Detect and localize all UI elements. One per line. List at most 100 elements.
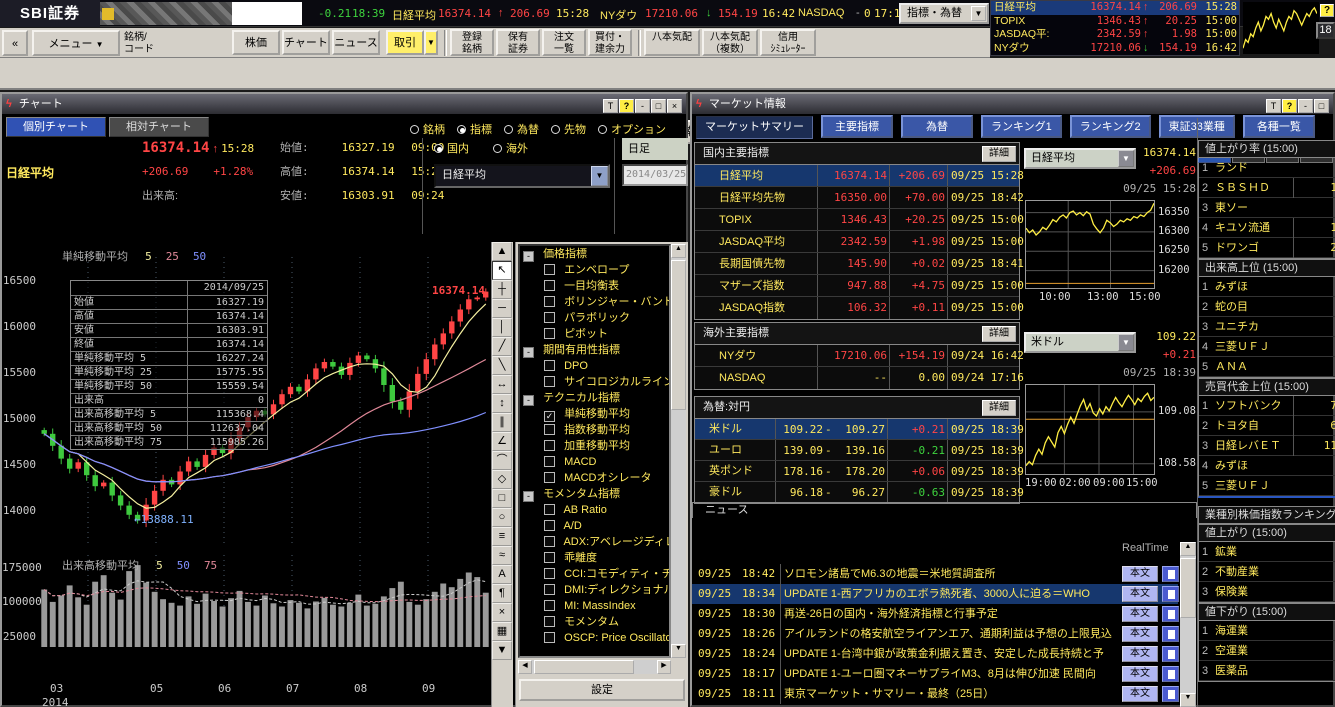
quick-action-button[interactable]: チャート	[282, 30, 330, 55]
quote-board-button[interactable]: 信用 ｼﾐｭﾚｰﾀｰ	[760, 29, 816, 56]
tree-toggle-box[interactable]	[544, 296, 555, 307]
delete-tool-icon[interactable]: ×	[492, 603, 512, 622]
account-nav-button[interactable]: 保有 証券	[496, 29, 540, 56]
indicator-item[interactable]: CCI:コモディティ・チャ	[520, 566, 669, 582]
ranking-row[interactable]: 2 トヨタ自 6	[1199, 416, 1335, 436]
tree-toggle-box[interactable]	[523, 395, 534, 406]
ranking-row[interactable]: 1 鉱業	[1199, 542, 1335, 562]
indicator-item[interactable]: 一目均衡表	[520, 278, 669, 294]
news-row[interactable]: 09/25 18:42 ソロモン諸島でM6.3の地震＝米地質調査所 本文	[692, 564, 1178, 584]
indicator-item[interactable]: OSCP: Price Oscillator	[520, 630, 669, 646]
chevron-down-icon[interactable]: ▼	[971, 6, 986, 21]
grid-tool-icon[interactable]: ▦	[492, 622, 512, 641]
forex-row[interactable]: 豪ドル 96.18 - 96.27 -0.63 09/25 18:39	[695, 482, 1019, 503]
news-scrollbar[interactable]: ▲ ▼	[1180, 542, 1196, 707]
range-tool-icon[interactable]: ↕	[492, 394, 512, 413]
index-row[interactable]: 日経平均先物 16350.00 +70.00 09/25 18:42	[695, 187, 1019, 209]
news-body-button[interactable]: 本文	[1122, 646, 1158, 662]
account-nav-button[interactable]: 注文 一覧	[542, 29, 586, 56]
downtrend-line-tool-icon[interactable]: ╲	[492, 356, 512, 375]
tree-toggle-box[interactable]	[544, 520, 555, 531]
news-body-button[interactable]: 本文	[1122, 686, 1158, 702]
tree-toggle-box[interactable]	[544, 411, 555, 422]
scroll-down-icon[interactable]: ▼	[492, 641, 512, 660]
trade-dropdown-button[interactable]: ▼	[424, 30, 438, 55]
chart-window-titlebar[interactable]: ϟ チャート T?-□×	[2, 94, 686, 114]
window-control-button[interactable]: □	[651, 99, 666, 113]
quick-action-button[interactable]: 株価	[232, 30, 280, 55]
ranking-row[interactable]: 5 ＡＮＡ	[1199, 357, 1335, 377]
tree-toggle-box[interactable]	[544, 536, 555, 547]
diamond-marker-tool-icon[interactable]: ◇	[492, 470, 512, 489]
mini-chart1-symbol-select[interactable]: 日経平均 ▼	[1024, 148, 1136, 169]
wave-tool-icon[interactable]: ≈	[492, 546, 512, 565]
ranking-row[interactable]: 1 ランド	[1199, 158, 1335, 178]
vertical-line-tool-icon[interactable]: │	[492, 318, 512, 337]
tree-toggle-box[interactable]	[544, 440, 555, 451]
indicator-item[interactable]: ピボット	[520, 326, 669, 342]
indicator-item[interactable]: ボリンジャー・バンド	[520, 294, 669, 310]
horizontal-line-tool-icon[interactable]: ─	[492, 299, 512, 318]
tab-relative-chart[interactable]: 相対チャート	[109, 117, 209, 137]
tab-individual-chart[interactable]: 個別チャート	[6, 117, 106, 137]
tree-toggle-box[interactable]	[544, 632, 555, 643]
chevron-down-icon[interactable]: ▼	[591, 166, 608, 186]
scroll-down-icon[interactable]: ▼	[671, 644, 686, 658]
chart-type-radio[interactable]: 銘柄	[410, 124, 445, 136]
news-row[interactable]: 09/25 18:24 UPDATE 1-台湾中銀が政策金利据え置き、安定した成…	[692, 644, 1178, 664]
forex-row[interactable]: ユーロ 139.09 - 139.16 -0.21 09/25 18:39	[695, 440, 1019, 461]
text-tool-icon[interactable]: A	[492, 565, 512, 584]
indicator-item[interactable]: パラボリック	[520, 310, 669, 326]
symbol-select[interactable]: 日経平均 ▼	[434, 164, 610, 188]
scrollbar-thumb[interactable]	[671, 260, 686, 410]
help-button[interactable]: ?	[1320, 4, 1334, 17]
news-body-button[interactable]: 本文	[1122, 626, 1158, 642]
chart-type-radio[interactable]: オプション	[598, 124, 666, 136]
ranking-row[interactable]: 2 空運業	[1199, 641, 1335, 661]
window-control-button[interactable]: ?	[1282, 99, 1297, 113]
indicator-item[interactable]: MACDオシレータ	[520, 470, 669, 486]
news-attachment-icon[interactable]	[1162, 646, 1179, 662]
tree-toggle-box[interactable]	[544, 584, 555, 595]
news-attachment-icon[interactable]	[1162, 566, 1179, 582]
window-control-button[interactable]: ?	[619, 99, 634, 113]
news-body-button[interactable]: 本文	[1122, 666, 1158, 682]
mini-chart2-symbol-select[interactable]: 米ドル ▼	[1024, 332, 1136, 353]
scrollbar-thumb[interactable]	[534, 660, 634, 674]
indicator-scrollbar[interactable]: ▲ ▼	[671, 244, 686, 658]
trendline-tool-icon[interactable]: ╱	[492, 337, 512, 356]
scope-radio[interactable]: 海外	[493, 143, 528, 155]
tree-toggle-box[interactable]	[544, 600, 555, 611]
indicator-item[interactable]: DPO	[520, 358, 669, 374]
ranking-row[interactable]: 1 海運業	[1199, 621, 1335, 641]
pointer-tool-icon[interactable]: ↖	[492, 261, 512, 280]
index-forex-selector[interactable]: 指標・為替 ▼	[899, 3, 989, 24]
news-attachment-icon[interactable]	[1162, 626, 1179, 642]
ellipse-tool-icon[interactable]: ○	[492, 508, 512, 527]
ranking-row[interactable]: 2 蛇の目	[1199, 297, 1335, 317]
gann-fan-tool-icon[interactable]: ∠	[492, 432, 512, 451]
parallel-channel-tool-icon[interactable]: ∥	[492, 413, 512, 432]
trade-button[interactable]: 取引	[386, 30, 424, 55]
tree-toggle-box[interactable]	[544, 264, 555, 275]
news-row[interactable]: 09/25 18:11 東京マーケット・サマリー・最終（25日） 本文	[692, 684, 1178, 704]
window-control-button[interactable]: T	[603, 99, 618, 113]
tree-toggle-box[interactable]	[523, 491, 534, 502]
indicator-item[interactable]: モメンタム指標	[520, 486, 669, 502]
nikkei-intraday-chart[interactable]	[1025, 200, 1155, 289]
ranking-row[interactable]: 3 日経レバＥＴ 11	[1199, 436, 1335, 456]
index-row[interactable]: 長期国債先物 145.90 +0.02 09/25 18:41	[695, 253, 1019, 275]
chart-type-radio[interactable]: 指標	[457, 124, 492, 136]
index-quote-row[interactable]: TOPIX 1346.43 ↑ 20.25 15:00	[991, 15, 1239, 29]
indicator-item[interactable]: 加重移動平均	[520, 438, 669, 454]
tree-toggle-box[interactable]	[544, 424, 555, 435]
tree-toggle-box[interactable]	[523, 251, 534, 262]
scroll-down-icon[interactable]: ▼	[1180, 693, 1196, 707]
chart-type-radio[interactable]: 先物	[551, 124, 586, 136]
ranking-row[interactable]: 3 東ソー	[1199, 198, 1335, 218]
news-row[interactable]: 09/25 18:34 UPDATE 1-西アフリカのエボラ熱死者、3000人に…	[692, 584, 1178, 604]
window-control-button[interactable]: T	[1266, 99, 1281, 113]
tree-toggle-box[interactable]	[544, 616, 555, 627]
news-body-button[interactable]: 本文	[1122, 566, 1158, 582]
market-tab[interactable]: ランキング2	[1070, 115, 1151, 138]
